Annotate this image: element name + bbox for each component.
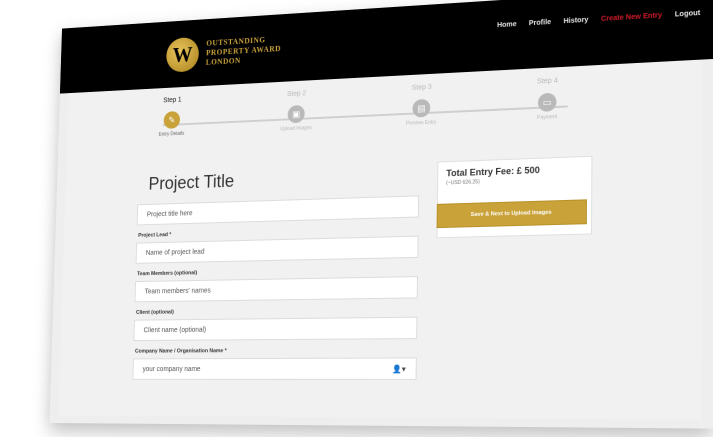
- project-lead-input[interactable]: Name of project lead: [135, 235, 419, 264]
- step-4: Step 4 ▭ Payment: [516, 76, 578, 122]
- nav-create-new-entry[interactable]: Create New Entry: [601, 12, 662, 23]
- nav-logout[interactable]: Logout: [675, 10, 700, 19]
- brand-text: OUTSTANDING PROPERTY AWARD LONDON: [206, 35, 282, 68]
- credit-card-icon: ▭: [537, 92, 557, 112]
- team-members-input[interactable]: Team members' names: [134, 276, 419, 303]
- step-2: Step 2 ▣ Upload Images: [268, 89, 325, 133]
- progress-stepper: Step 1 ✎ Entry Details Step 2 ▣ Upload I…: [144, 77, 568, 146]
- brand-mark-icon: W: [165, 36, 200, 73]
- company-input[interactable]: your company name 👤▾: [132, 357, 417, 380]
- step-3-sub: Preview Entry: [405, 119, 437, 127]
- main-nav: Home Profile History Create New Entry Lo…: [497, 10, 700, 29]
- client-input[interactable]: Client name (optional): [133, 316, 418, 341]
- step-1: Step 1 ✎ Entry Details: [144, 96, 199, 139]
- step-1-sub: Entry Details: [158, 130, 185, 138]
- step-4-sub: Payment: [536, 114, 558, 122]
- step-4-label: Step 4: [536, 77, 558, 86]
- brand-logo[interactable]: W OUTSTANDING PROPERTY AWARD LONDON: [165, 32, 282, 73]
- nav-history[interactable]: History: [563, 17, 588, 26]
- nav-home[interactable]: Home: [497, 21, 517, 29]
- step-1-label: Step 1: [163, 96, 182, 105]
- step-2-label: Step 2: [287, 90, 307, 99]
- nav-profile[interactable]: Profile: [529, 19, 551, 27]
- step-3: Step 3 ▤ Preview Entry: [392, 83, 452, 128]
- project-title-input[interactable]: Project title here: [136, 195, 420, 226]
- document-icon: ▤: [412, 98, 431, 118]
- page-content: Step 1 ✎ Entry Details Step 2 ▣ Upload I…: [49, 58, 713, 429]
- entry-form: Project Title Project title here Project…: [132, 164, 420, 380]
- entry-card: Step 1 ✎ Entry Details Step 2 ▣ Upload I…: [58, 59, 703, 420]
- team-members-label: Team Members (optional): [137, 270, 198, 278]
- page-title: Project Title: [148, 171, 235, 194]
- step-3-label: Step 3: [411, 83, 432, 92]
- pencil-icon: ✎: [163, 111, 181, 129]
- save-next-button[interactable]: Save & Next to Upload Images: [436, 199, 587, 229]
- contact-dropdown-icon[interactable]: 👤▾: [392, 364, 406, 373]
- company-input-value: your company name: [142, 365, 201, 373]
- company-label: Company Name / Organisation Name *: [134, 348, 227, 355]
- client-label: Client (optional): [135, 309, 174, 316]
- step-2-sub: Upload Images: [280, 125, 312, 133]
- image-icon: ▣: [287, 104, 305, 124]
- stepper-line: [162, 105, 568, 127]
- browser-screen: W OUTSTANDING PROPERTY AWARD LONDON Home…: [49, 0, 713, 429]
